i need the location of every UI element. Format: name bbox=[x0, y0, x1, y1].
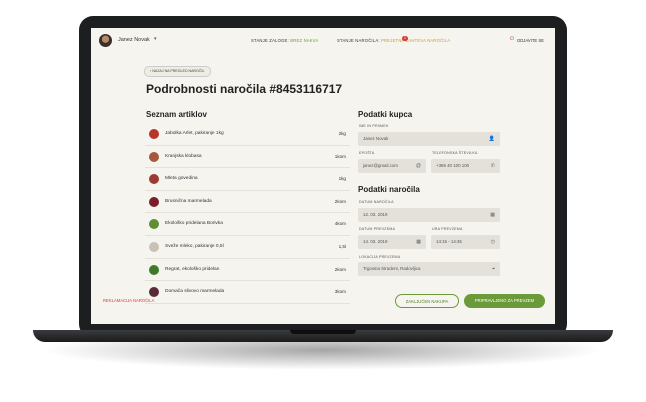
list-item[interactable]: Ekološko pridelana Borivka 4kom bbox=[145, 213, 350, 236]
stock-status-label: STANJE ZALOGE: bbox=[251, 38, 289, 43]
buyer-heading: Podatki kupca bbox=[358, 110, 413, 119]
laptop-notch bbox=[290, 330, 356, 334]
top-bar: Janez Novak ▾ STANJE ZALOGE: BREZ NAKVA … bbox=[91, 28, 555, 54]
product-name: Kranjska klobasa bbox=[165, 153, 202, 159]
product-name: Domača slivovo marmelada bbox=[165, 289, 225, 295]
email-label: EPOŠTA bbox=[359, 151, 375, 155]
items-heading: Seznam artiklov bbox=[146, 110, 207, 119]
pickup-date-value: 14. 03. 2019 bbox=[363, 239, 388, 244]
email-field[interactable]: janez@gmail.com @ bbox=[358, 159, 426, 173]
page-title: Podrobnosti naročila #8453116717 bbox=[146, 82, 343, 96]
phone-value: +386 40 100 100 bbox=[436, 163, 470, 168]
order-status-label: STANJE NAROČILA: bbox=[337, 38, 380, 43]
product-quantity: 1,5l bbox=[338, 243, 346, 249]
product-thumbnail bbox=[149, 174, 159, 185]
order-date-field[interactable]: 12. 03. 2019 ▦ bbox=[358, 208, 500, 222]
pickup-time-label: URA PREVZEMA bbox=[432, 227, 463, 231]
product-name: Sveže mleko, pakiranje 0,5l bbox=[165, 243, 224, 249]
product-name: Jabolka Arlet, pakiranje 1kg bbox=[165, 131, 224, 136]
items-list: Jabolka Arlet, pakiranje 1kg 2kg Kranjska … bbox=[145, 123, 350, 304]
phone-label: TELEFONSKA ŠTEVILKA bbox=[432, 151, 478, 155]
order-status-value: PREJETNA ZAHTEVA NAROČILA bbox=[381, 38, 451, 43]
list-item[interactable]: Sveže mleko, pakiranje 0,5l 1,5l bbox=[145, 235, 350, 259]
phone-field[interactable]: +386 40 100 100 ✆ bbox=[431, 159, 500, 173]
product-quantity: 1kom bbox=[334, 153, 346, 159]
avatar[interactable] bbox=[99, 34, 112, 47]
product-name: Brusnična marmelada bbox=[165, 198, 212, 204]
user-icon: 👤 bbox=[488, 136, 495, 142]
pickup-time-field[interactable]: 14:15 - 14:45 ◷ bbox=[431, 235, 500, 249]
logout-button[interactable]: ODJAVITE SE bbox=[517, 38, 544, 43]
product-quantity: 2kom bbox=[334, 266, 346, 272]
email-value: janez@gmail.com bbox=[363, 163, 398, 168]
product-thumbnail bbox=[149, 219, 159, 230]
order-date-value: 12. 03. 2019 bbox=[363, 212, 388, 217]
product-quantity: 2kom bbox=[334, 198, 346, 204]
product-thumbnail bbox=[149, 241, 159, 252]
list-item[interactable]: Mleta govedina 1kg bbox=[145, 168, 350, 191]
close-order-button[interactable]: ZAKLJUČEN NAKUPA bbox=[395, 294, 459, 308]
list-item[interactable]: Kranjska klobasa 1kom bbox=[145, 145, 350, 169]
notification-badge: 1 bbox=[402, 36, 408, 41]
product-name: Mleta govedina bbox=[165, 176, 198, 182]
list-item[interactable]: Regrat, ekološko pridelan 2kom bbox=[145, 258, 350, 282]
ready-for-pickup-button[interactable]: PRIPRAVLJENO ZA PREVZEM bbox=[464, 294, 545, 308]
order-heading: Podatki naročila bbox=[358, 185, 420, 194]
at-icon: @ bbox=[415, 163, 421, 169]
calendar-icon: ▦ bbox=[490, 212, 495, 218]
clock-icon: ◷ bbox=[490, 239, 495, 245]
location-label: LOKACIJA PREVZEMA bbox=[359, 255, 401, 259]
list-item[interactable]: Domača slivovo marmelada 3kom bbox=[145, 281, 350, 304]
product-name: Regrat, ekološko pridelan bbox=[165, 266, 220, 272]
pickup-date-label: DATUM PREVZEMA bbox=[359, 227, 396, 231]
location-value: Trgovina Stradent, Radovljica bbox=[363, 266, 421, 271]
pickup-date-field[interactable]: 14. 03. 2019 ▦ bbox=[358, 235, 426, 249]
list-item[interactable]: Jabolka Arlet, pakiranje 1kg 2kg bbox=[145, 123, 350, 146]
location-field[interactable]: Trgovina Stradent, Radovljica ⌖ bbox=[358, 262, 500, 276]
order-status: STANJE NAROČILA: PREJETNA ZAHTEVA NAROČI… bbox=[337, 38, 450, 43]
logout-icon[interactable]: ⏻ bbox=[510, 36, 514, 42]
stock-status: STANJE ZALOGE: BREZ NAKVA bbox=[251, 38, 318, 43]
app-screen: Janez Novak ▾ STANJE ZALOGE: BREZ NAKVA … bbox=[91, 28, 555, 324]
product-thumbnail bbox=[149, 287, 159, 298]
name-field[interactable]: Janez Novak 👤 bbox=[358, 132, 500, 146]
phone-icon: ✆ bbox=[490, 163, 495, 169]
calendar-icon: ▦ bbox=[416, 239, 421, 245]
complaint-link[interactable]: REKLAMACIJA NAROČILA bbox=[103, 298, 154, 303]
order-date-label: DATUM NAROČILA bbox=[359, 200, 394, 204]
product-thumbnail bbox=[149, 196, 159, 207]
product-quantity: 3kom bbox=[334, 289, 346, 295]
user-name[interactable]: Janez Novak bbox=[118, 37, 150, 43]
list-item[interactable]: Brusnična marmelada 2kom bbox=[145, 190, 350, 214]
name-label: IME IN PRIIMEK bbox=[359, 124, 389, 128]
product-thumbnail bbox=[149, 264, 159, 275]
stock-status-value: BREZ NAKVA bbox=[290, 38, 319, 43]
product-quantity: 2kg bbox=[338, 131, 346, 136]
name-value: Janez Novak bbox=[363, 136, 389, 141]
product-thumbnail bbox=[149, 151, 159, 162]
location-pin-icon: ⌖ bbox=[492, 266, 495, 272]
product-quantity: 1kg bbox=[338, 176, 346, 182]
product-thumbnail bbox=[149, 129, 159, 139]
product-name: Ekološko pridelana Borivka bbox=[165, 221, 223, 227]
back-button[interactable]: ‹ NAZAJ NA PREGLED NAROČIL bbox=[144, 66, 211, 77]
chevron-down-icon[interactable]: ▾ bbox=[154, 36, 157, 42]
pickup-time-value: 14:15 - 14:45 bbox=[436, 239, 462, 244]
product-quantity: 4kom bbox=[334, 221, 346, 227]
